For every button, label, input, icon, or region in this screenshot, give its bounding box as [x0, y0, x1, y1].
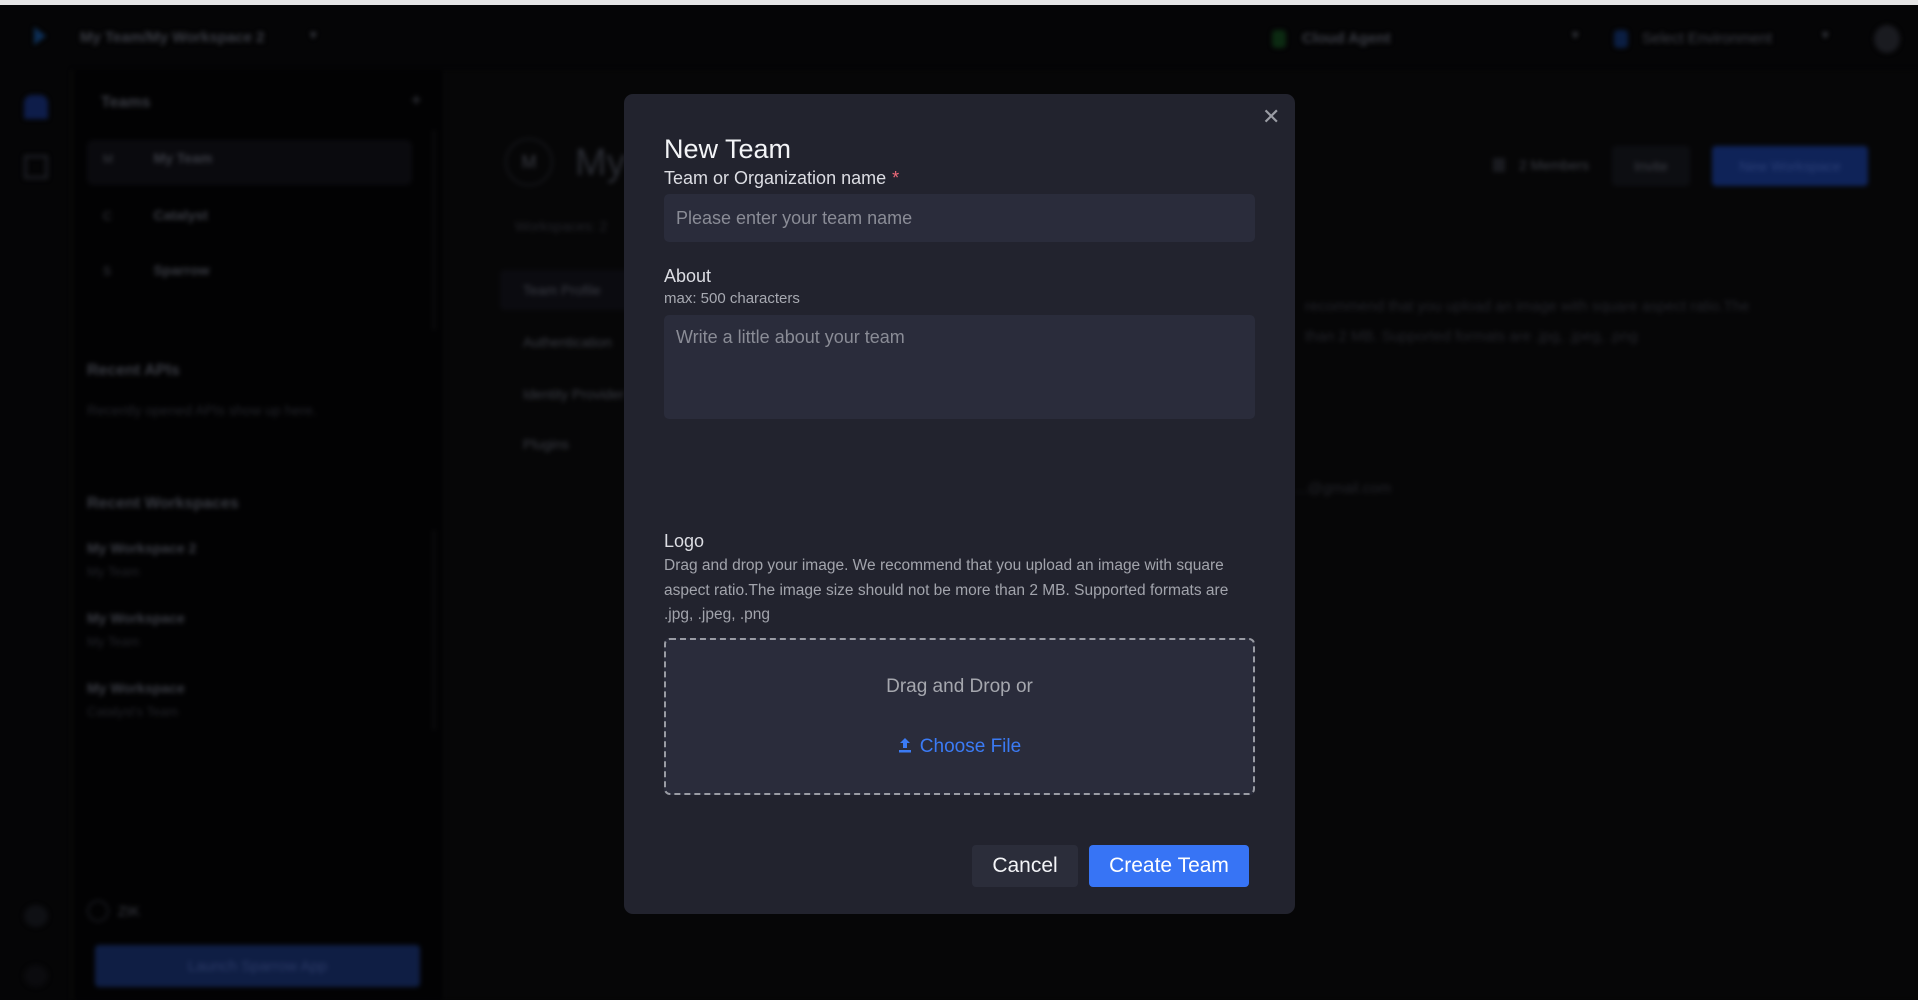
dialog-title: New Team: [664, 134, 792, 164]
team-name-input[interactable]: [664, 194, 1255, 242]
new-team-dialog: ✕ New Team Team or Organization name* Ab…: [624, 94, 1295, 914]
about-label: About: [664, 266, 712, 286]
logo-label: Logo: [664, 531, 705, 551]
about-textarea[interactable]: [664, 315, 1255, 419]
choose-file-label: Choose File: [919, 736, 1022, 757]
upload-icon: [898, 738, 911, 753]
drop-text: Drag and Drop or: [886, 676, 1033, 697]
about-hint: max: 500 characters: [664, 290, 800, 307]
logo-dropzone[interactable]: Drag and Drop or Choose File: [664, 638, 1255, 795]
logo-description: Drag and drop your image. We recommend t…: [664, 557, 1229, 623]
team-name-label-text: Team or Organization name: [664, 168, 887, 188]
close-icon[interactable]: ✕: [1262, 104, 1280, 130]
cancel-button[interactable]: Cancel: [972, 845, 1078, 887]
choose-file-button[interactable]: Choose File: [666, 736, 1253, 758]
create-team-button[interactable]: Create Team: [1089, 845, 1249, 887]
team-name-label: Team or Organization name *: [664, 168, 899, 189]
required-mark: *: [892, 168, 900, 188]
